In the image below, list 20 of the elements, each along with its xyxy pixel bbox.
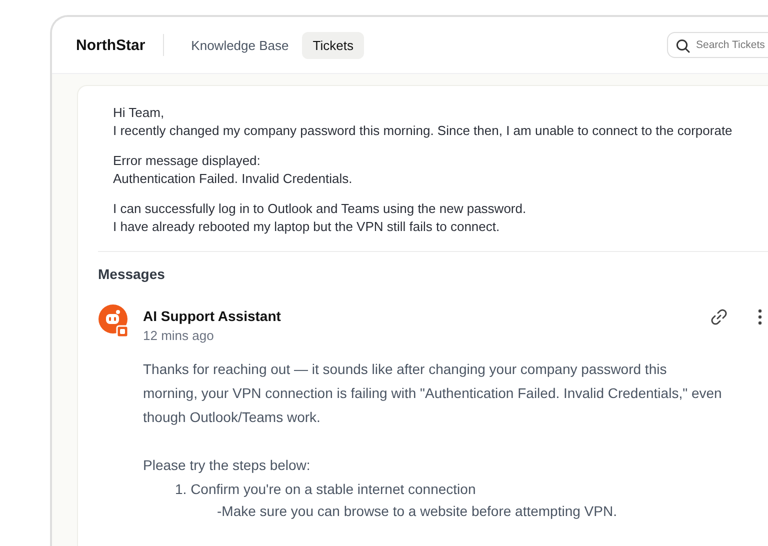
message-text: Thanks for reaching out — it sounds like after changing your company password this morning, your VPN connection is failing with "Authentication Failed. Invalid Credentials," even though Outlook/Teams work. [143,360,723,427]
ticket-text: Error message displayed: [113,152,262,170]
ticket-text: I can successfully log in to Outlook and Teams using the new password. [113,200,528,218]
step-note: -Make sure you can browse to a website before attempting VPN. [216,502,618,521]
brand-name: NorthStar [76,36,146,54]
step-text: 1. Confirm you're on a stable internet connection [174,480,477,499]
author-name: AI Support Assistant [143,307,282,325]
ticket-text: I have already rebooted my laptop but the VPN still fails to connect. [113,218,501,236]
bot-avatar-icon [98,304,130,338]
ticket-text: Authentication Failed. Invalid Credentials. [113,170,354,188]
ticket-text: I recently changed my company password this morning. Since then, I am unable to connect to the corporate [113,122,734,140]
message-text: Please try the steps below: [143,456,312,475]
more-options-icon[interactable] [758,309,762,325]
section-title: Messages [98,266,166,282]
nav-tab[interactable]: Tickets [302,32,364,58]
nav-tab[interactable]: Knowledge Base [180,32,300,58]
ticket-text: Hi Team, [113,104,166,122]
search-field[interactable]: Search Tickets [667,32,768,58]
message-time: 12 mins ago [143,328,215,343]
link-icon[interactable] [710,308,728,326]
